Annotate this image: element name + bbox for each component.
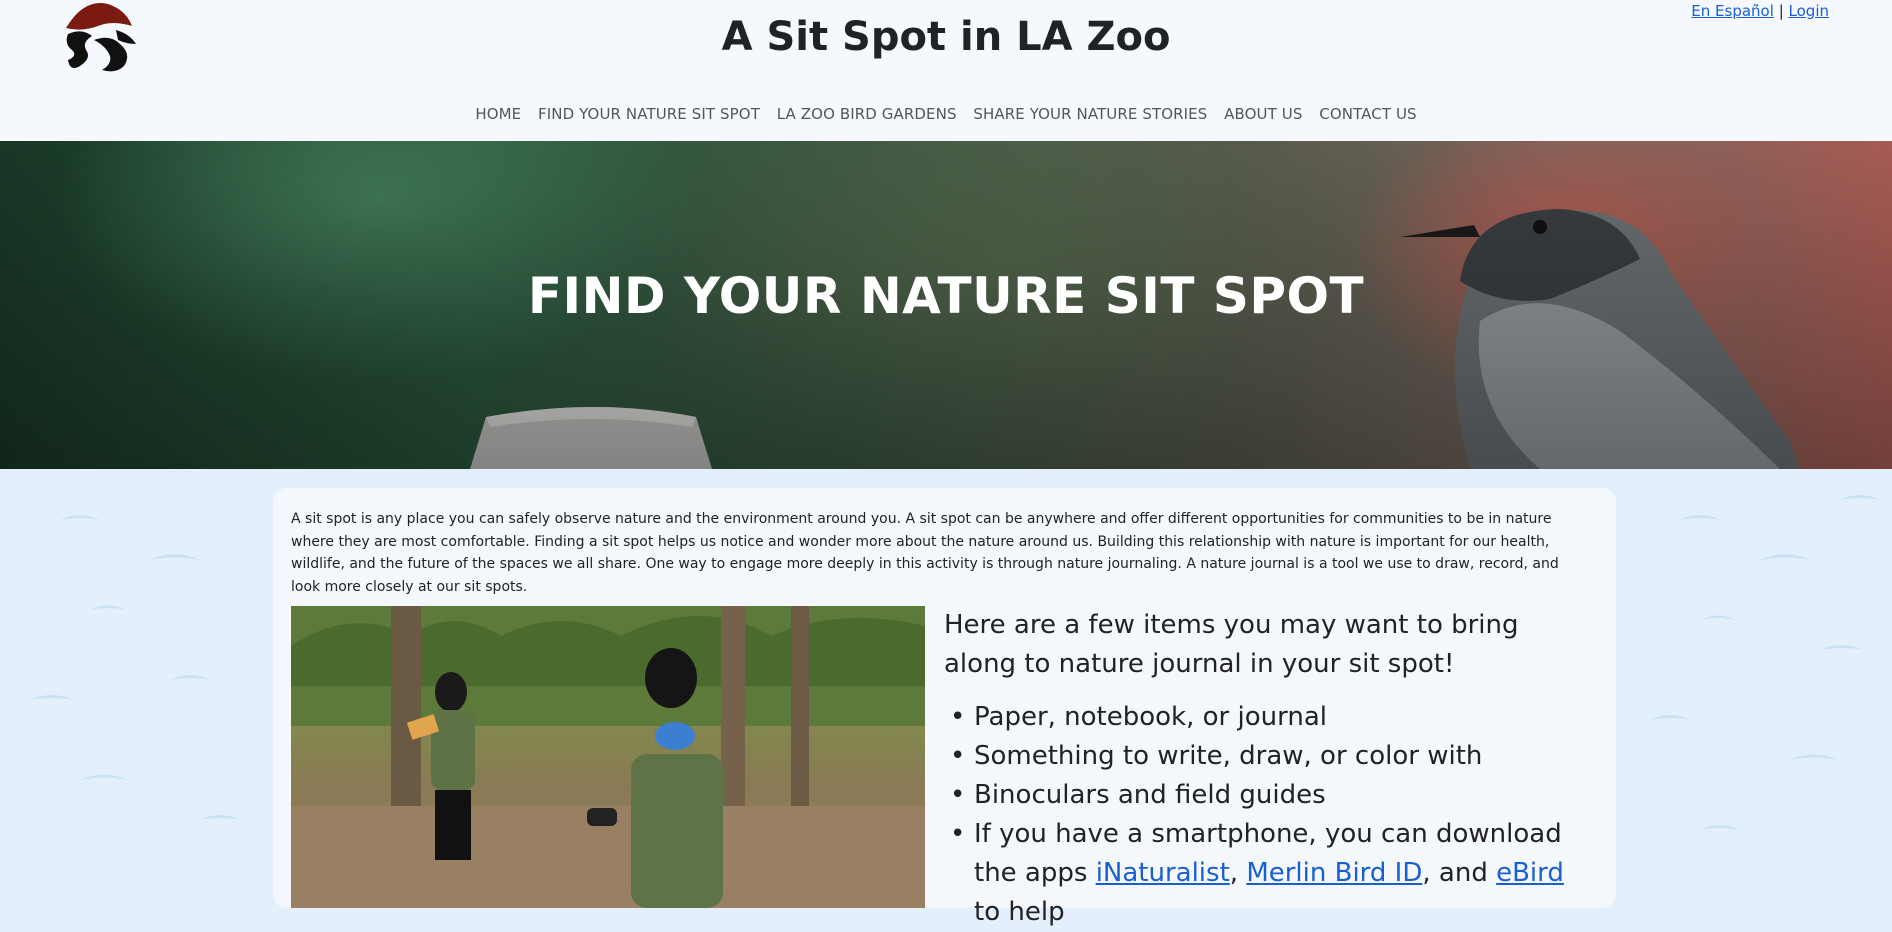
main-nav: HOME FIND YOUR NATURE SIT SPOT LA ZOO BI… (0, 105, 1892, 123)
list-item: • Something to write, draw, or color wit… (944, 737, 1584, 776)
people-nature-journaling-photo (291, 606, 925, 908)
nav-share-stories[interactable]: SHARE YOUR NATURE STORIES (973, 105, 1207, 123)
nav-home[interactable]: HOME (475, 105, 521, 123)
bullet-icon: • (950, 741, 966, 771)
items-list-block: Here are a few items you may want to bri… (944, 606, 1584, 932)
site-header: A Sit Spot in LA Zoo En Español | Login … (0, 0, 1892, 141)
hero-banner: FIND YOUR NATURE SIT SPOT (0, 141, 1892, 469)
list-item-text: Paper, notebook, or journal (974, 702, 1327, 732)
ebird-link[interactable]: eBird (1496, 858, 1564, 888)
language-link[interactable]: En Español (1691, 2, 1774, 20)
apps-sep-2: , and (1422, 858, 1497, 888)
items-list-intro: Here are a few items you may want to bri… (944, 610, 1519, 679)
nav-about-us[interactable]: ABOUT US (1224, 105, 1302, 123)
list-item-apps: • If you have a smartphone, you can down… (944, 815, 1584, 932)
hero-title: FIND YOUR NATURE SIT SPOT (527, 267, 1365, 325)
list-item-text: Something to write, draw, or color with (974, 741, 1483, 771)
photo-illustration (291, 606, 925, 908)
list-item-text: Binoculars and field guides (974, 780, 1326, 810)
bullet-icon: • (950, 819, 966, 849)
apps-text-suffix: to help (974, 897, 1065, 927)
intro-paragraph: A sit spot is any place you can safely o… (291, 511, 1559, 595)
top-links-separator: | (1778, 2, 1784, 20)
nav-bird-gardens[interactable]: LA ZOO BIRD GARDENS (777, 105, 957, 123)
top-links: En Español | Login (1691, 2, 1829, 20)
login-link[interactable]: Login (1789, 2, 1829, 20)
inaturalist-link[interactable]: iNaturalist (1096, 858, 1230, 888)
content-card: A sit spot is any place you can safely o… (273, 488, 1616, 927)
items-list: • Paper, notebook, or journal • Somethin… (944, 698, 1584, 932)
bullet-icon: • (950, 702, 966, 732)
merlin-bird-id-link[interactable]: Merlin Bird ID (1246, 858, 1422, 888)
apps-sep-1: , (1229, 858, 1247, 888)
bullet-icon: • (950, 780, 966, 810)
nav-find-sit-spot[interactable]: FIND YOUR NATURE SIT SPOT (538, 105, 760, 123)
list-item: • Paper, notebook, or journal (944, 698, 1584, 737)
nav-contact-us[interactable]: CONTACT US (1319, 105, 1416, 123)
list-item: • Binoculars and field guides (944, 776, 1584, 815)
site-title: A Sit Spot in LA Zoo (721, 14, 1171, 60)
